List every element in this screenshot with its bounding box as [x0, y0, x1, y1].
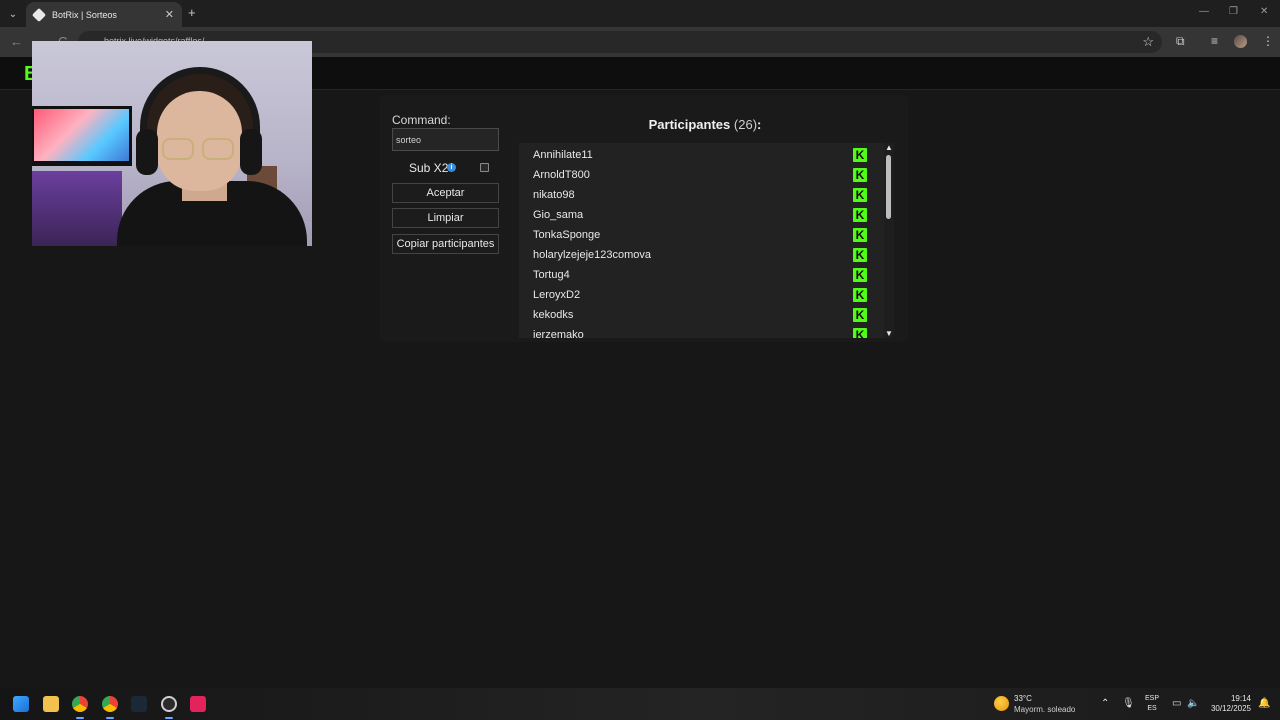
participant-name: Tortug4 — [533, 269, 570, 281]
participant-row: jerzemako K — [519, 325, 884, 338]
command-label: Command: — [392, 113, 451, 127]
participant-row: ArnoldT800 K — [519, 165, 884, 185]
kick-platform-icon: K — [853, 228, 867, 242]
windows-taskbar: 33°C Mayorm. soleado ⌃ 🎙 ESP ES ▭ 🔈 19:1… — [0, 688, 1280, 720]
weather-desc: Mayorm. soleado — [1014, 705, 1076, 714]
participant-row: LeroyxD2 K — [519, 285, 884, 305]
back-button[interactable]: ← — [10, 34, 23, 49]
participants-heading: Participantes — [648, 117, 731, 132]
participants-list[interactable]: Annihilate11 K ArnoldT800 Knikato98 K Gio_sam… — [519, 143, 884, 338]
kick-platform-icon: K — [853, 328, 867, 338]
language-indicator[interactable]: ESP ES — [1145, 694, 1159, 714]
extensions-icon[interactable]: ⧉ — [1176, 34, 1185, 49]
scroll-thumb[interactable] — [886, 155, 891, 219]
kick-platform-icon: K — [853, 288, 867, 302]
webcam-monitor — [32, 106, 132, 166]
participant-row: nikato98 K — [519, 185, 884, 205]
minimize-icon[interactable]: — — [1199, 6, 1209, 17]
new-tab-button[interactable]: + — [188, 5, 196, 20]
network-icon[interactable]: ▭ — [1172, 698, 1181, 709]
kick-platform-icon: K — [853, 168, 867, 182]
webcam-shelf — [32, 171, 122, 246]
obs-active-indicator — [165, 717, 173, 719]
browser-tab[interactable]: BotRix | Sorteos ✕ — [26, 2, 182, 27]
participants-count: (26) — [733, 117, 758, 132]
keyboard-layout: ES — [1147, 705, 1157, 712]
kick-platform-icon: K — [853, 148, 867, 162]
participant-name: LeroyxD2 — [533, 289, 581, 301]
windows-start-icon[interactable] — [13, 696, 29, 712]
language-code: ESP — [1145, 695, 1160, 702]
participant-row: holarylzejeje123comova K — [519, 245, 884, 265]
participant-row: TonkaSponge K — [519, 225, 884, 245]
maximize-icon[interactable]: ❐ — [1229, 6, 1238, 17]
tab-title: BotRix | Sorteos — [52, 9, 117, 20]
participant-name: nikato98 — [533, 189, 575, 201]
sub-x2-checkbox[interactable] — [480, 163, 489, 172]
kick-platform-icon: K — [853, 248, 867, 262]
obs-icon[interactable] — [161, 696, 177, 712]
accept-button[interactable]: Aceptar — [392, 183, 499, 203]
headphone-right — [240, 129, 262, 175]
glasses-left-lens — [162, 138, 194, 160]
chrome-profile-icon[interactable] — [102, 696, 118, 712]
participant-row: Gio_sama K — [519, 205, 884, 225]
close-window-icon[interactable]: ✕ — [1260, 6, 1268, 17]
copy-participants-button[interactable]: Copiar participantes — [392, 234, 499, 254]
participant-name: holarylzejeje123comova — [533, 249, 652, 261]
clock-time: 19:14 — [1230, 694, 1251, 703]
participant-row: kekodks K — [519, 305, 884, 325]
tab-search-icon[interactable]: ⌄ — [4, 5, 22, 23]
file-explorer-icon[interactable] — [43, 696, 59, 712]
weather-sun-icon[interactable] — [994, 696, 1009, 711]
notifications-bell-icon[interactable]: 🔔 — [1258, 698, 1270, 709]
participants-title: Participantes (26): — [519, 117, 891, 132]
media-controls-icon[interactable]: ≡ — [1211, 34, 1218, 48]
kick-platform-icon: K — [853, 188, 867, 202]
participant-row: Annihilate11 K — [519, 145, 884, 165]
participant-name: Gio_sama — [533, 209, 584, 221]
browser-tabstrip: ⌄ BotRix | Sorteos ✕ + — ❐ ✕ — [0, 0, 1280, 27]
profile-avatar[interactable] — [1234, 35, 1247, 48]
microphone-icon[interactable]: 🎙 — [1122, 698, 1135, 709]
participants-scrollbar[interactable]: ▲ ▼ — [884, 143, 894, 338]
kick-platform-icon: K — [853, 308, 867, 322]
webcam-monitor-screen — [34, 109, 129, 161]
webcam-overlay — [32, 41, 312, 246]
close-tab-icon[interactable]: ✕ — [165, 8, 174, 21]
clear-button[interactable]: Limpiar — [392, 208, 499, 228]
volume-icon[interactable]: 🔈 — [1187, 698, 1199, 709]
participant-row: Tortug4 K — [519, 265, 884, 285]
participant-name: kekodks — [533, 309, 574, 321]
participant-name: TonkaSponge — [533, 229, 601, 241]
clock[interactable]: 19:14 30/12/2025 — [1206, 694, 1251, 714]
command-input[interactable] — [392, 128, 499, 151]
participants-colon: : — [757, 117, 762, 132]
participant-name: ArnoldT800 — [533, 169, 590, 181]
tiktok-live-icon[interactable] — [190, 696, 206, 712]
participant-name: Annihilate11 — [533, 149, 593, 161]
chrome-profile-active-indicator — [106, 717, 114, 719]
chrome-icon[interactable] — [72, 696, 88, 712]
clock-date: 30/12/2025 — [1210, 704, 1251, 713]
botrix-favicon-icon — [31, 7, 47, 22]
participant-name: jerzemako — [533, 329, 584, 338]
scroll-down-icon[interactable]: ▼ — [885, 329, 893, 338]
bookmark-star-icon[interactable]: ☆ — [1142, 34, 1154, 50]
glasses-right-lens — [202, 138, 234, 160]
steam-icon[interactable] — [131, 696, 147, 712]
weather-temp: 33°C — [1014, 694, 1032, 703]
headphone-left — [136, 129, 158, 175]
chrome-active-indicator — [76, 717, 84, 719]
tray-chevron-up-icon[interactable]: ⌃ — [1101, 698, 1109, 709]
info-icon[interactable]: i — [447, 163, 456, 172]
menu-kebab-icon[interactable]: ⋮ — [1262, 34, 1274, 48]
kick-platform-icon: K — [853, 268, 867, 282]
sub-x2-label: Sub X2 — [409, 161, 449, 175]
kick-platform-icon: K — [853, 208, 867, 222]
headphones-band — [140, 67, 260, 137]
scroll-up-icon[interactable]: ▲ — [885, 143, 893, 152]
